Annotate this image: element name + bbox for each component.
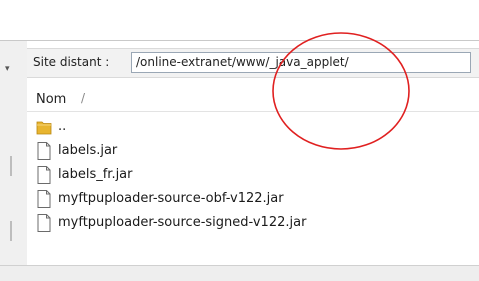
top-area — [0, 0, 479, 40]
list-item[interactable]: myftpuploader-source-obf-v122.jar — [27, 187, 479, 211]
sort-indicator-icon: / — [81, 91, 86, 105]
column-name-header[interactable]: Nom — [36, 92, 66, 107]
file-name: myftpuploader-source-signed-v122.jar — [58, 215, 307, 230]
bottom-edge — [0, 265, 479, 281]
list-item[interactable]: .. — [27, 115, 479, 139]
file-name: myftpuploader-source-obf-v122.jar — [58, 191, 284, 206]
remote-site-bar: Site distant : /online-extranet/www/_jav… — [27, 48, 479, 78]
arrow-icon: ▾ — [5, 64, 10, 74]
remote-site-label: Site distant : — [33, 55, 110, 69]
remote-path-input[interactable]: /online-extranet/www/_java_applet/ — [131, 52, 471, 73]
folder-icon — [36, 121, 52, 135]
file-name: labels_fr.jar — [58, 167, 133, 182]
list-item[interactable]: labels_fr.jar — [27, 163, 479, 187]
remote-pane: Site distant : /online-extranet/www/_jav… — [27, 41, 479, 265]
scroll-marker — [10, 221, 12, 241]
local-pane-edge: ▾ — [0, 41, 28, 265]
file-list: .. labels.jar labels_fr.jar myftpuploade… — [27, 115, 479, 235]
file-list-header: Nom / — [27, 89, 479, 112]
file-name: .. — [58, 119, 67, 134]
list-item[interactable]: labels.jar — [27, 139, 479, 163]
file-icon — [37, 190, 51, 208]
file-name: labels.jar — [58, 143, 118, 158]
file-icon — [37, 142, 51, 160]
file-icon — [37, 214, 51, 232]
list-item[interactable]: myftpuploader-source-signed-v122.jar — [27, 211, 479, 235]
scroll-marker — [10, 156, 12, 176]
file-icon — [37, 166, 51, 184]
